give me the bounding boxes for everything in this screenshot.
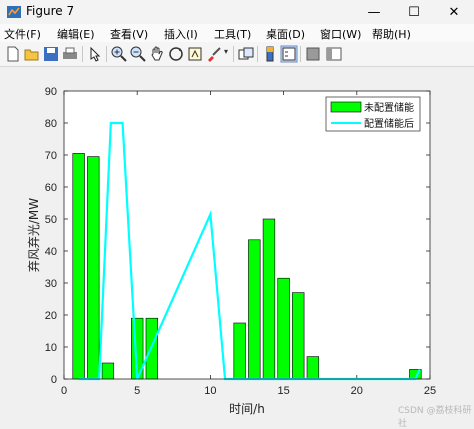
x-axis-label: 时间/h (229, 402, 265, 416)
menu-desktop[interactable]: 桌面(D) (266, 26, 305, 42)
title-bar: Figure 7 — ☐ ✕ (0, 0, 474, 24)
open-file-icon[interactable] (23, 45, 41, 63)
axes-background (64, 91, 430, 379)
menu-tools[interactable]: 工具(T) (214, 26, 251, 42)
y-tick-label: 50 (45, 214, 57, 226)
menu-view[interactable]: 查看(V) (110, 26, 148, 42)
maximize-button[interactable]: ☐ (394, 0, 434, 24)
toolbar-separator (106, 46, 107, 62)
bar (306, 356, 320, 380)
bar (248, 239, 261, 380)
window-title: Figure 7 (26, 4, 75, 18)
menu-window[interactable]: 窗口(W) (320, 26, 361, 42)
legend-label-line: 配置储能后 (364, 117, 414, 130)
y-tick-label: 10 (45, 342, 57, 354)
x-tick-label: 15 (277, 385, 289, 397)
x-tick-label: 10 (204, 385, 216, 397)
x-tick-label: 25 (424, 385, 436, 397)
print-icon[interactable] (61, 45, 79, 63)
menu-file[interactable]: 文件(F) (4, 26, 41, 42)
legend-label-bar: 未配置储能 (364, 101, 414, 114)
y-tick-label: 80 (45, 118, 57, 130)
colorbar-icon[interactable] (261, 45, 279, 63)
zoom-in-icon[interactable] (110, 45, 128, 63)
menu-edit[interactable]: 编辑(E) (57, 26, 95, 42)
toolbar-separator (257, 46, 258, 62)
zoom-out-icon[interactable] (129, 45, 147, 63)
new-figure-icon[interactable] (4, 45, 22, 63)
legend-icon[interactable] (280, 45, 298, 63)
menu-help[interactable]: 帮助(H) (372, 26, 411, 42)
chart: 0 5 10 15 20 25 0 10 20 30 40 50 60 70 80 90 时间/h 弃风弃光/… (26, 86, 436, 416)
y-tick-label: 70 (45, 150, 57, 162)
watermark: CSDN @荔枝科研社 (398, 406, 472, 429)
show-plot-tools-icon[interactable] (325, 45, 343, 63)
save-icon[interactable] (42, 45, 60, 63)
minimize-button[interactable]: — (354, 0, 394, 24)
y-tick-label: 90 (45, 86, 57, 98)
brush-icon[interactable] (205, 45, 223, 63)
bar (277, 277, 290, 380)
pan-icon[interactable] (148, 45, 166, 63)
menu-insert[interactable]: 插入(I) (164, 26, 198, 42)
toolbar-separator (233, 46, 234, 62)
toolbar: ▾ (0, 42, 474, 67)
bar (292, 292, 305, 380)
y-axis-label: 弃风弃光/MW (26, 198, 41, 272)
x-tick-label: 5 (134, 385, 140, 397)
bar (101, 362, 115, 380)
toolbar-separator (82, 46, 83, 62)
figure-canvas: 0 5 10 15 20 25 0 10 20 30 40 50 60 70 80 90 时间/h 弃风弃光/… (0, 67, 474, 419)
edit-plot-icon[interactable] (86, 45, 104, 63)
y-tick-label: 40 (45, 246, 57, 258)
legend[interactable]: 未配置储能 配置储能后 (325, 96, 421, 132)
y-tick-label: 60 (45, 182, 57, 194)
y-tick-label: 20 (45, 310, 57, 322)
bar (262, 218, 276, 380)
brush-dropdown-icon[interactable]: ▾ (224, 47, 228, 56)
matlab-figure-icon (7, 6, 21, 18)
link-plot-icon[interactable] (237, 45, 255, 63)
y-tick-label: 0 (51, 374, 57, 386)
bar (87, 156, 100, 380)
y-tick-label: 30 (45, 278, 57, 290)
x-tick-label: 20 (351, 385, 363, 397)
rotate-3d-icon[interactable] (167, 45, 185, 63)
toolbar-separator (300, 46, 301, 62)
hide-plot-tools-icon[interactable] (304, 45, 322, 63)
menu-bar: 文件(F) 编辑(E) 查看(V) 插入(I) 工具(T) 桌面(D) 窗口(W… (0, 24, 474, 42)
data-cursor-icon[interactable] (186, 45, 204, 63)
x-tick-label: 0 (61, 385, 67, 397)
close-button[interactable]: ✕ (434, 0, 474, 24)
bar (233, 322, 246, 380)
legend-swatch-bar (330, 101, 362, 113)
bar (72, 153, 85, 380)
